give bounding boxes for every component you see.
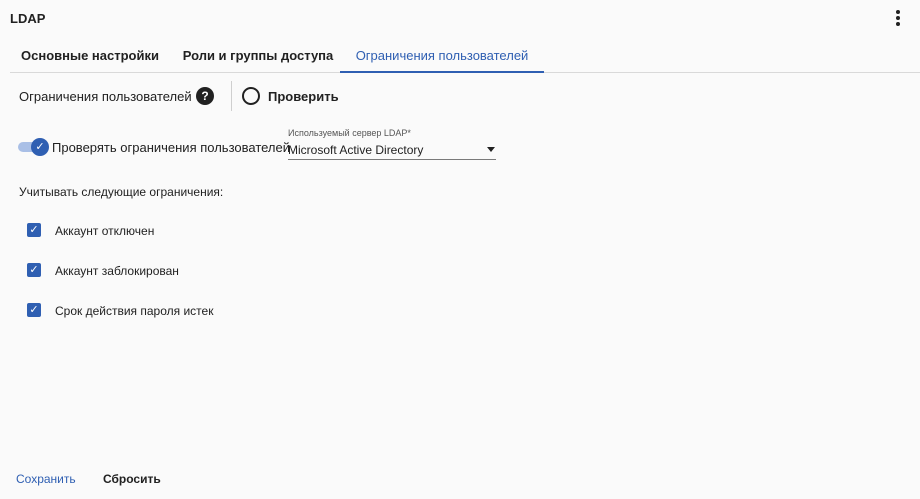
checkbox-label: Аккаунт заблокирован xyxy=(55,264,179,278)
save-button[interactable]: Сохранить xyxy=(16,472,76,486)
tab-user-restrictions[interactable]: Ограничения пользователей xyxy=(340,38,544,73)
question-circle-icon[interactable]: ? xyxy=(196,87,214,105)
divider xyxy=(231,81,232,111)
checkbox-checked-icon[interactable]: ✓ xyxy=(27,223,41,237)
check-restrictions-toggle[interactable]: ✓ xyxy=(18,138,50,156)
toggle-label: Проверять ограничения пользователей xyxy=(52,140,290,155)
checkbox-label: Срок действия пароля истек xyxy=(55,304,214,318)
tab-roles-groups[interactable]: Роли и группы доступа xyxy=(178,38,338,72)
check-icon: ✓ xyxy=(31,138,49,156)
checkbox-label: Аккаунт отключен xyxy=(55,224,155,238)
section-title: Ограничения пользователей xyxy=(19,89,192,104)
check-radio-icon[interactable] xyxy=(242,87,260,105)
checkbox-checked-icon[interactable]: ✓ xyxy=(27,303,41,317)
ldap-server-caption: Используемый сервер LDAP* xyxy=(288,128,411,138)
caret-down-icon xyxy=(487,147,495,152)
kebab-menu-icon[interactable] xyxy=(888,8,908,28)
tab-bar: Основные настройки Роли и группы доступа… xyxy=(10,38,920,73)
ldap-server-value: Microsoft Active Directory xyxy=(288,143,424,157)
restrictions-title: Учитывать следующие ограничения: xyxy=(19,185,224,199)
app-title: LDAP xyxy=(10,11,46,26)
check-button-label[interactable]: Проверить xyxy=(268,89,339,104)
reset-button[interactable]: Сбросить xyxy=(103,472,161,486)
ldap-server-select[interactable]: Используемый сервер LDAP* Microsoft Acti… xyxy=(288,128,496,160)
checkbox-checked-icon[interactable]: ✓ xyxy=(27,263,41,277)
tab-basic-settings[interactable]: Основные настройки xyxy=(10,38,170,72)
app-header: LDAP xyxy=(0,0,920,38)
